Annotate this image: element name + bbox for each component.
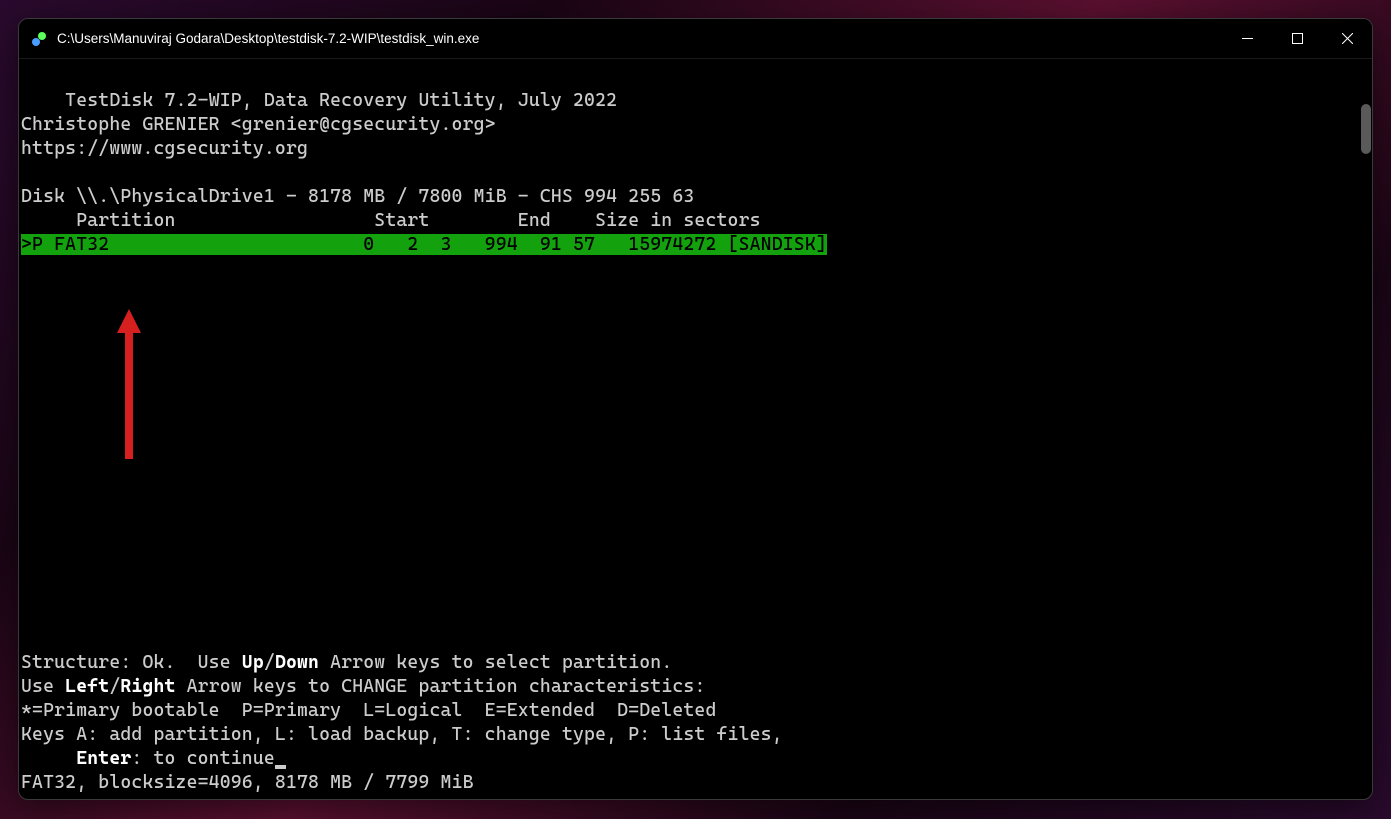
partition-row-selected[interactable]: >P FAT32 0 2 3 994 91 57 15974272 [SANDI… — [21, 234, 827, 255]
partition-types-legend: *=Primary bootable P=Primary L=Logical E… — [21, 700, 717, 721]
header-url: https://www.cgsecurity.org — [21, 138, 308, 159]
terminal-cursor — [275, 765, 286, 769]
terminal-output[interactable]: TestDisk 7.2-WIP, Data Recovery Utility,… — [19, 59, 1372, 799]
header-author: Christophe GRENIER <grenier@cgsecurity.o… — [21, 114, 496, 135]
window-title: C:\Users\Manuviraj Godara\Desktop\testdi… — [57, 31, 1222, 46]
key-right: Right — [120, 676, 175, 697]
window-controls — [1222, 19, 1372, 58]
keys-legend: Keys A: add partition, L: load backup, T… — [21, 724, 783, 745]
minimize-button[interactable] — [1222, 19, 1272, 58]
terminal-window: C:\Users\Manuviraj Godara\Desktop\testdi… — [18, 18, 1373, 800]
column-headers: Partition Start End Size in sectors — [21, 210, 761, 231]
key-up: Up — [242, 652, 264, 673]
key-down: Down — [275, 652, 319, 673]
header-version: TestDisk 7.2-WIP, Data Recovery Utility,… — [65, 90, 617, 111]
instruction-block: Structure: Ok. Use Up/Down Arrow keys to… — [21, 651, 1370, 795]
annotation-arrow — [51, 285, 141, 490]
scrollbar-thumb[interactable] — [1361, 104, 1371, 154]
titlebar[interactable]: C:\Users\Manuviraj Godara\Desktop\testdi… — [19, 19, 1372, 59]
app-icon — [31, 31, 47, 47]
close-button[interactable] — [1322, 19, 1372, 58]
disk-info: Disk \\.\PhysicalDrive1 - 8178 MB / 7800… — [21, 186, 694, 207]
key-left: Left — [65, 676, 109, 697]
maximize-button[interactable] — [1272, 19, 1322, 58]
partition-details: FAT32, blocksize=4096, 8178 MB / 7799 Mi… — [21, 772, 474, 793]
structure-status-prefix: Structure: Ok. Use — [21, 652, 242, 673]
key-enter: Enter — [76, 748, 131, 769]
